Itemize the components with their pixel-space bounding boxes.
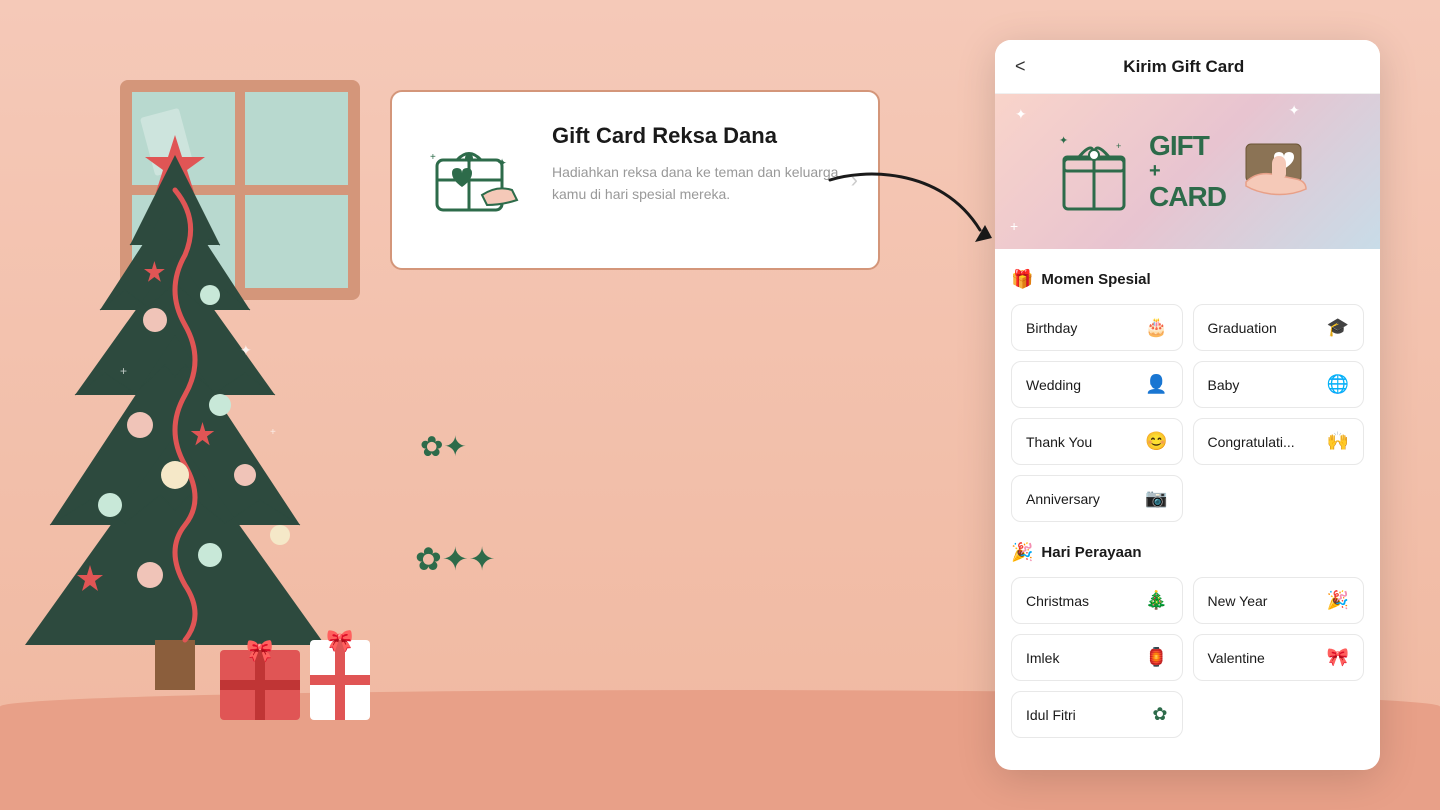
option-new-year-icon: 🎉 — [1327, 590, 1349, 611]
banner-text: GIFT + CARD — [1149, 132, 1226, 211]
christmas-tree: ✦ + + — [0, 125, 380, 710]
option-idul-fitri-label: Idul Fitri — [1026, 707, 1076, 723]
svg-text:✦: ✦ — [240, 342, 252, 358]
banner: ✦ + GIFT + CARD ✦ ✦ + — [995, 94, 1380, 249]
option-new-year[interactable]: New Year 🎉 — [1193, 577, 1365, 624]
phone-panel: < Kirim Gift Card ✦ + GIFT + — [995, 40, 1380, 770]
svg-text:+: + — [1116, 141, 1121, 151]
option-christmas-label: Christmas — [1026, 593, 1089, 609]
option-birthday[interactable]: Birthday 🎂 — [1011, 304, 1183, 351]
banner-gift-icon: ✦ + — [1054, 129, 1134, 214]
banner-content: ✦ + GIFT + CARD — [1034, 129, 1341, 214]
phone-scroll-content[interactable]: 🎁 Momen Spesial Birthday 🎂 Graduation 🎓 … — [995, 249, 1380, 767]
svg-text:+: + — [270, 427, 276, 438]
option-valentine-icon: 🎀 — [1327, 647, 1349, 668]
option-wedding-label: Wedding — [1026, 377, 1081, 393]
option-birthday-icon: 🎂 — [1145, 317, 1167, 338]
option-graduation-label: Graduation — [1208, 320, 1277, 336]
feature-card-title: Gift Card Reksa Dana — [552, 122, 848, 151]
sparkle-1: ✦ — [1015, 106, 1027, 123]
option-graduation[interactable]: Graduation 🎓 — [1193, 304, 1365, 351]
option-baby-label: Baby — [1208, 377, 1240, 393]
sparkle-2: ✦ — [1288, 102, 1300, 119]
option-birthday-label: Birthday — [1026, 320, 1077, 336]
option-idul-fitri[interactable]: Idul Fitri ✿ — [1011, 691, 1183, 738]
option-baby-icon: 🌐 — [1327, 374, 1349, 395]
section-momen-spesial-header: 🎁 Momen Spesial — [1011, 269, 1364, 290]
section-hari-perayaan-header: 🎉 Hari Perayaan — [1011, 542, 1364, 563]
option-imlek-icon: 🏮 — [1145, 647, 1167, 668]
curved-arrow — [820, 160, 1000, 260]
gift-bow: 🎀 — [246, 638, 273, 664]
option-baby[interactable]: Baby 🌐 — [1193, 361, 1365, 408]
option-christmas-icon: 🎄 — [1145, 590, 1167, 611]
option-graduation-icon: 🎓 — [1327, 317, 1349, 338]
feature-card[interactable]: ✦ + Gift Card Reksa Dana Hadiahkan reksa… — [390, 90, 880, 270]
sparkle-3: + — [1010, 218, 1018, 234]
svg-text:✦: ✦ — [1059, 135, 1068, 147]
option-thank-you-icon: 😊 — [1145, 431, 1167, 452]
svg-text:+: + — [430, 152, 436, 163]
gift-box-white: 🎀 — [310, 640, 370, 720]
option-thank-you-label: Thank You — [1026, 434, 1092, 450]
svg-text:+: + — [120, 364, 127, 378]
hari-perayaan-grid: Christmas 🎄 New Year 🎉 Imlek 🏮 Valentine… — [1011, 577, 1364, 738]
option-congratulations-label: Congratulati... — [1208, 434, 1295, 450]
phone-header: < Kirim Gift Card — [995, 40, 1380, 94]
svg-text:✦: ✦ — [497, 156, 507, 170]
option-anniversary[interactable]: Anniversary 📷 — [1011, 475, 1183, 522]
page-title: Kirim Gift Card — [1038, 57, 1330, 77]
banner-card-label: CARD — [1149, 183, 1226, 211]
banner-hand-icon — [1241, 134, 1321, 209]
option-christmas[interactable]: Christmas 🎄 — [1011, 577, 1183, 624]
holly-decoration-1: ✿✦ — [420, 430, 467, 463]
momen-spesial-grid: Birthday 🎂 Graduation 🎓 Wedding 👤 Baby 🌐… — [1011, 304, 1364, 522]
option-anniversary-label: Anniversary — [1026, 491, 1100, 507]
option-congratulations[interactable]: Congratulati... 🙌 — [1193, 418, 1365, 465]
option-valentine[interactable]: Valentine 🎀 — [1193, 634, 1365, 681]
back-button[interactable]: < — [1015, 56, 1026, 77]
gift-boxes: 🎀 🎀 — [220, 640, 370, 720]
option-valentine-label: Valentine — [1208, 650, 1265, 666]
feature-card-icon: ✦ + — [422, 125, 532, 235]
option-thank-you[interactable]: Thank You 😊 — [1011, 418, 1183, 465]
option-imlek-label: Imlek — [1026, 650, 1059, 666]
option-imlek[interactable]: Imlek 🏮 — [1011, 634, 1183, 681]
option-anniversary-icon: 📷 — [1145, 488, 1167, 509]
feature-card-description: Hadiahkan reksa dana ke teman dan keluar… — [552, 161, 848, 206]
section-momen-spesial-icon: 🎁 — [1011, 269, 1033, 290]
section-hari-perayaan-icon: 🎉 — [1011, 542, 1033, 563]
section-hari-perayaan-title: Hari Perayaan — [1041, 544, 1141, 561]
option-idul-fitri-icon: ✿ — [1152, 704, 1167, 725]
option-congratulations-icon: 🙌 — [1327, 431, 1349, 452]
section-momen-spesial-title: Momen Spesial — [1041, 271, 1150, 288]
option-wedding-icon: 👤 — [1145, 374, 1167, 395]
banner-gift-label: GIFT — [1149, 132, 1226, 160]
option-wedding[interactable]: Wedding 👤 — [1011, 361, 1183, 408]
holly-decoration-2: ✿✦✦ — [415, 540, 495, 578]
gift-box-red: 🎀 — [220, 650, 300, 720]
option-new-year-label: New Year — [1208, 593, 1268, 609]
gift-bow-2: 🎀 — [326, 628, 353, 654]
